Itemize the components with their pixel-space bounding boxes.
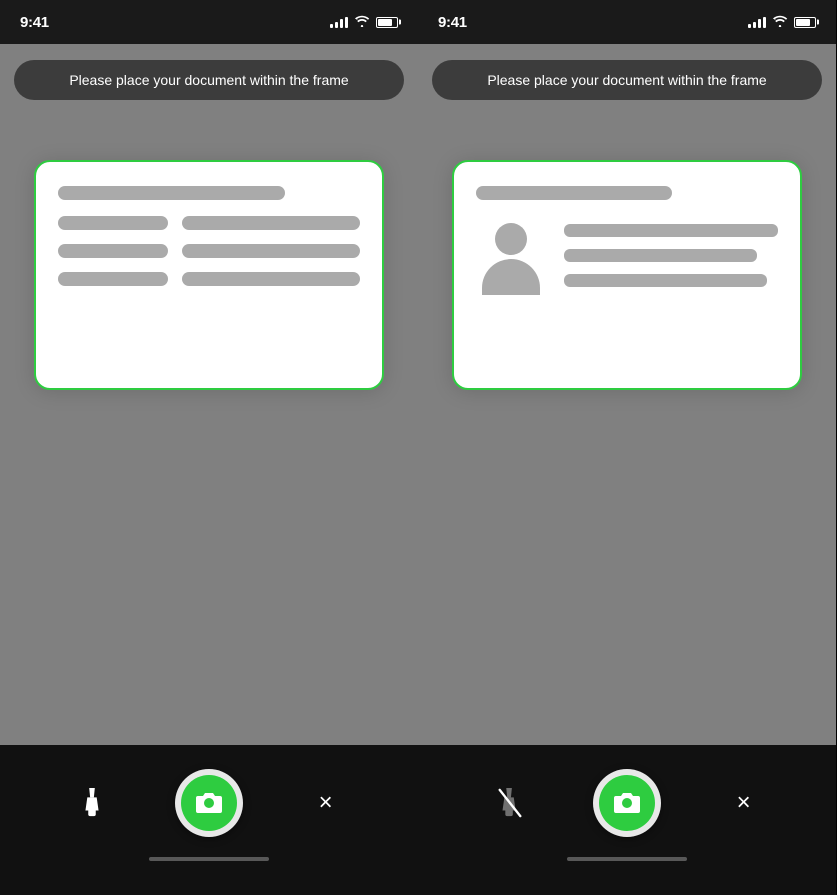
doc-line-row-1 [58, 216, 360, 230]
close-button-2[interactable]: × [722, 781, 766, 825]
doc-line-row-2 [58, 244, 360, 258]
document-frame-1 [34, 160, 384, 390]
bottom-toolbar-2: × [418, 745, 836, 895]
instruction-pill-1: Please place your document within the fr… [14, 60, 404, 100]
doc-lines-1 [58, 186, 360, 300]
doc-line-5 [182, 244, 360, 258]
doc-avatar [476, 220, 546, 295]
doc-text-line-1 [564, 224, 778, 237]
bottom-toolbar-1: × [0, 745, 418, 895]
doc-with-photo [476, 186, 778, 295]
close-button-1[interactable]: × [304, 781, 348, 825]
capture-button-1[interactable] [175, 769, 243, 837]
close-icon-1: × [319, 791, 333, 815]
toolbar-buttons-2: × [418, 769, 836, 837]
doc-line-row-3 [58, 272, 360, 286]
status-icons-1 [330, 15, 398, 30]
status-time-2: 9:41 [438, 14, 467, 31]
phone-screen-1: 9:41 Please place your document within t… [0, 0, 418, 895]
doc-line-6 [58, 272, 168, 286]
torch-button-1[interactable] [70, 781, 114, 825]
doc-top-line [476, 186, 672, 200]
battery-icon-2 [794, 17, 816, 28]
doc-text-line-2 [564, 249, 757, 262]
doc-text-line-3 [564, 274, 767, 287]
phone-screen-2: 9:41 Please place your document within t… [418, 0, 836, 895]
status-icons-2 [748, 15, 816, 30]
toolbar-buttons-1: × [0, 769, 418, 837]
home-indicator-1 [149, 857, 269, 861]
doc-line-2 [58, 216, 168, 230]
doc-line-1 [58, 186, 285, 200]
status-bar-2: 9:41 [418, 0, 836, 44]
signal-bars-icon-2 [748, 17, 766, 28]
instruction-pill-2: Please place your document within the fr… [432, 60, 822, 100]
signal-bars-icon-1 [330, 17, 348, 28]
doc-text-lines [564, 220, 778, 287]
avatar-body [482, 259, 540, 295]
camera-area-2: Please place your document within the fr… [418, 44, 836, 745]
document-frame-2 [452, 160, 802, 390]
close-icon-2: × [737, 791, 751, 815]
torch-button-2[interactable] [488, 781, 532, 825]
wifi-icon-2 [772, 15, 788, 30]
doc-line-4 [58, 244, 168, 258]
wifi-icon-1 [354, 15, 370, 30]
camera-area-1: Please place your document within the fr… [0, 44, 418, 745]
home-indicator-2 [567, 857, 687, 861]
doc-body [476, 220, 778, 295]
battery-icon-1 [376, 17, 398, 28]
status-bar-1: 9:41 [0, 0, 418, 44]
avatar-head [495, 223, 527, 255]
capture-button-2[interactable] [593, 769, 661, 837]
doc-line-3 [182, 216, 360, 230]
doc-line-7 [182, 272, 360, 286]
status-time-1: 9:41 [20, 14, 49, 31]
